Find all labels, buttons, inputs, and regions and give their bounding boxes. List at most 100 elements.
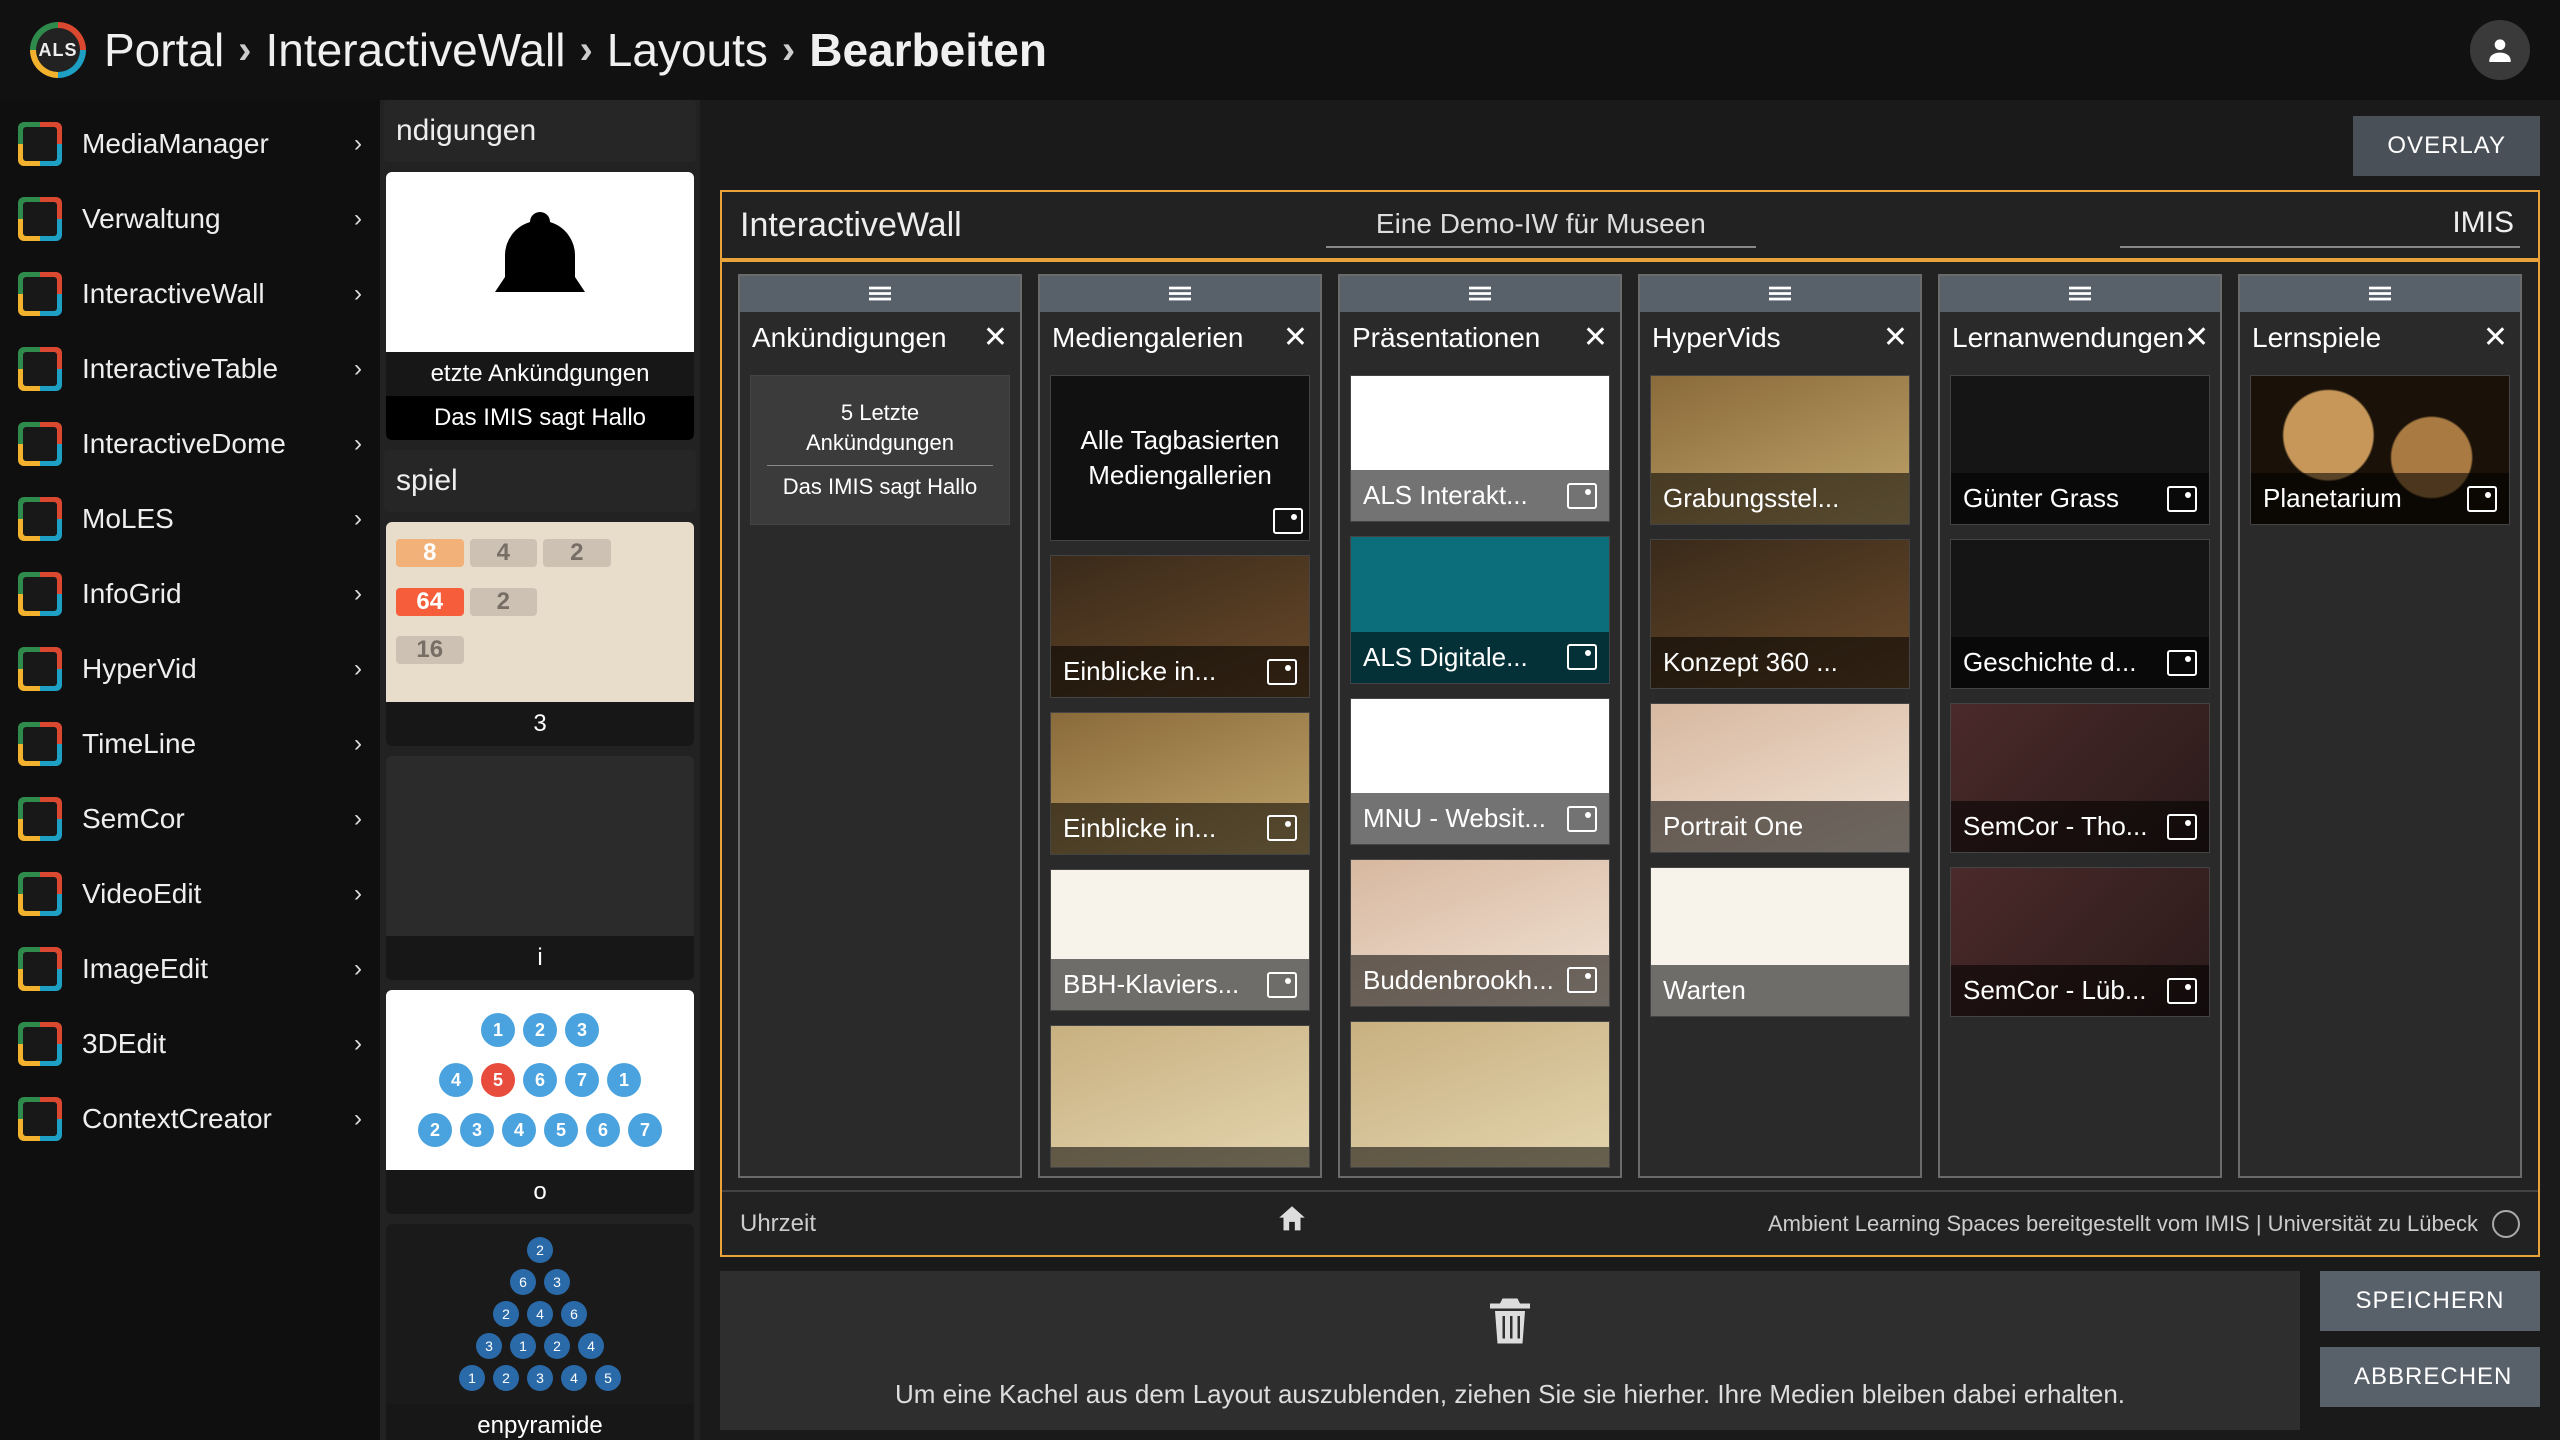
overlay-button[interactable]: OVERLAY (2353, 116, 2540, 176)
module-icon (18, 272, 62, 316)
palette-tile[interactable]: 12345671234567 o (386, 990, 694, 1214)
tile-label: Planetarium (2263, 483, 2402, 514)
tile-media[interactable]: Einblicke in... (1050, 555, 1310, 698)
cancel-button[interactable]: ABBRECHEN (2320, 1347, 2540, 1407)
tile-media[interactable]: MNU - Websit... (1350, 698, 1610, 845)
column-title: Präsentationen (1352, 322, 1540, 354)
breadcrumb-layouts[interactable]: Layouts (607, 23, 768, 77)
sidebar-item-3dedit[interactable]: 3DEdit › (0, 1006, 380, 1081)
image-icon (2167, 650, 2197, 676)
column-body[interactable]: Grabungsstel... Konzept 360 ... Portrait… (1640, 367, 1920, 1176)
sidebar-item-mediamanager[interactable]: MediaManager › (0, 106, 380, 181)
sidebar-item-verwaltung[interactable]: Verwaltung › (0, 181, 380, 256)
palette-tile[interactable]: i (386, 756, 694, 980)
tile-media[interactable]: ALS Interakt... (1350, 375, 1610, 522)
tile-media[interactable]: Geschichte d... (1950, 539, 2210, 689)
layout-header: InteractiveWall IMIS (722, 192, 2538, 262)
image-icon (2167, 486, 2197, 512)
column-drag-handle[interactable] (740, 276, 1020, 312)
column-body[interactable]: 5 Letzte AnkündgungenDas IMIS sagt Hallo (740, 367, 1020, 1176)
tile-media[interactable]: BBH-Klaviers... (1050, 869, 1310, 1012)
menu-icon (1167, 283, 1193, 305)
save-button[interactable]: SPEICHERN (2320, 1271, 2540, 1331)
image-icon (1267, 815, 1297, 841)
sidebar-item-label: MediaManager (82, 128, 269, 160)
column-body[interactable]: Günter Grass Geschichte d... SemCor - Th… (1940, 367, 2220, 1176)
chevron-right-icon: › (354, 280, 362, 308)
chevron-right-icon: › (354, 805, 362, 833)
trash-dropzone[interactable]: Um eine Kachel aus dem Layout auszublend… (720, 1271, 2300, 1430)
column-drag-handle[interactable] (2240, 276, 2520, 312)
image-icon (1567, 967, 1597, 993)
breadcrumb-interactivewall[interactable]: InteractiveWall (266, 23, 566, 77)
column-close-icon[interactable]: ✕ (2483, 320, 2508, 355)
palette-panel[interactable]: ndigungen etzte Ankündgungen Das IMIS sa… (380, 100, 700, 1440)
sidebar-item-timeline[interactable]: TimeLine › (0, 706, 380, 781)
sidebar-item-label: InteractiveDome (82, 428, 286, 460)
sidebar-item-label: SemCor (82, 803, 185, 835)
sidebar-item-interactivedome[interactable]: InteractiveDome › (0, 406, 380, 481)
column-body[interactable]: ALS Interakt... ALS Digitale... MNU - We… (1340, 367, 1620, 1176)
column-drag-handle[interactable] (1640, 276, 1920, 312)
column-body[interactable]: Alle Tagbasierten Mediengallerien Einbli… (1040, 367, 1320, 1176)
tile-media[interactable]: Konzept 360 ... (1650, 539, 1910, 689)
sidebar-item-hypervid[interactable]: HyperVid › (0, 631, 380, 706)
sidebar-item-interactivetable[interactable]: InteractiveTable › (0, 331, 380, 406)
column-close-icon[interactable]: ✕ (1283, 320, 1308, 355)
column-close-icon[interactable]: ✕ (1583, 320, 1608, 355)
column-close-icon[interactable]: ✕ (983, 320, 1008, 355)
column-title: Mediengalerien (1052, 322, 1243, 354)
home-icon[interactable] (1275, 1202, 1309, 1245)
tile-media[interactable]: Günter Grass (1950, 375, 2210, 525)
tile-media[interactable]: Portrait One (1650, 703, 1910, 853)
sidebar-item-semcor[interactable]: SemCor › (0, 781, 380, 856)
module-icon (18, 1097, 62, 1141)
main-editor: OVERLAY InteractiveWall IMIS Ankündigung… (700, 100, 2560, 1440)
tile-media[interactable]: Grabungsstel... (1650, 375, 1910, 525)
column-body[interactable]: Planetarium (2240, 367, 2520, 1176)
image-icon (1567, 806, 1597, 832)
tile-media[interactable]: ALS Digitale... (1350, 536, 1610, 683)
tile-media[interactable]: SemCor - Tho... (1950, 703, 2210, 853)
column-drag-handle[interactable] (1040, 276, 1320, 312)
sidebar-item-infogrid[interactable]: InfoGrid › (0, 556, 380, 631)
palette-tile[interactable]: 84264216 3 (386, 522, 694, 746)
column-drag-handle[interactable] (1340, 276, 1620, 312)
university-icon (2492, 1210, 2520, 1238)
tile-label: Portrait One (1663, 811, 1803, 842)
tile-label: SemCor - Lüb... (1963, 975, 2147, 1006)
tile-media[interactable]: Einblicke in... (1050, 712, 1310, 855)
user-avatar[interactable] (2470, 20, 2530, 80)
column-close-icon[interactable]: ✕ (1883, 320, 1908, 355)
tile-media[interactable] (1050, 1025, 1310, 1168)
sidebar-item-label: InteractiveWall (82, 278, 265, 310)
palette-tile[interactable]: 263246312412345 enpyramide (386, 1224, 694, 1440)
tile-media[interactable] (1350, 1021, 1610, 1168)
sidebar-item-imageedit[interactable]: ImageEdit › (0, 931, 380, 1006)
layout-column: Präsentationen ✕ ALS Interakt... ALS Dig… (1338, 274, 1622, 1178)
sidebar-item-contextcreator[interactable]: ContextCreator › (0, 1081, 380, 1156)
tile-announcement[interactable]: 5 Letzte AnkündgungenDas IMIS sagt Hallo (750, 375, 1010, 525)
image-icon (1267, 659, 1297, 685)
tile-label: Günter Grass (1963, 483, 2119, 514)
palette-tile[interactable]: etzte Ankündgungen Das IMIS sagt Hallo (386, 172, 694, 440)
tile-media[interactable]: SemCor - Lüb... (1950, 867, 2210, 1017)
sidebar-item-label: InteractiveTable (82, 353, 278, 385)
sidebar-item-videoedit[interactable]: VideoEdit › (0, 856, 380, 931)
trash-message: Um eine Kachel aus dem Layout auszublend… (895, 1379, 2125, 1410)
sidebar-item-interactivewall[interactable]: InteractiveWall › (0, 256, 380, 331)
layout-owner-label[interactable]: IMIS (2120, 202, 2520, 248)
tile-media[interactable]: Buddenbrookh... (1350, 859, 1610, 1006)
column-title: Lernspiele (2252, 322, 2381, 354)
column-close-icon[interactable]: ✕ (2184, 320, 2209, 355)
module-icon (18, 422, 62, 466)
tile-media[interactable]: Warten (1650, 867, 1910, 1017)
tile-text[interactable]: Alle Tagbasierten Mediengallerien (1050, 375, 1310, 541)
column-drag-handle[interactable] (1940, 276, 2220, 312)
menu-icon (2067, 283, 2093, 305)
layout-subtitle-input[interactable] (1326, 202, 1756, 248)
sidebar-item-moles[interactable]: MoLES › (0, 481, 380, 556)
tile-media[interactable]: Planetarium (2250, 375, 2510, 525)
breadcrumb-portal[interactable]: Portal (104, 23, 224, 77)
status-left: Uhrzeit (740, 1210, 816, 1238)
